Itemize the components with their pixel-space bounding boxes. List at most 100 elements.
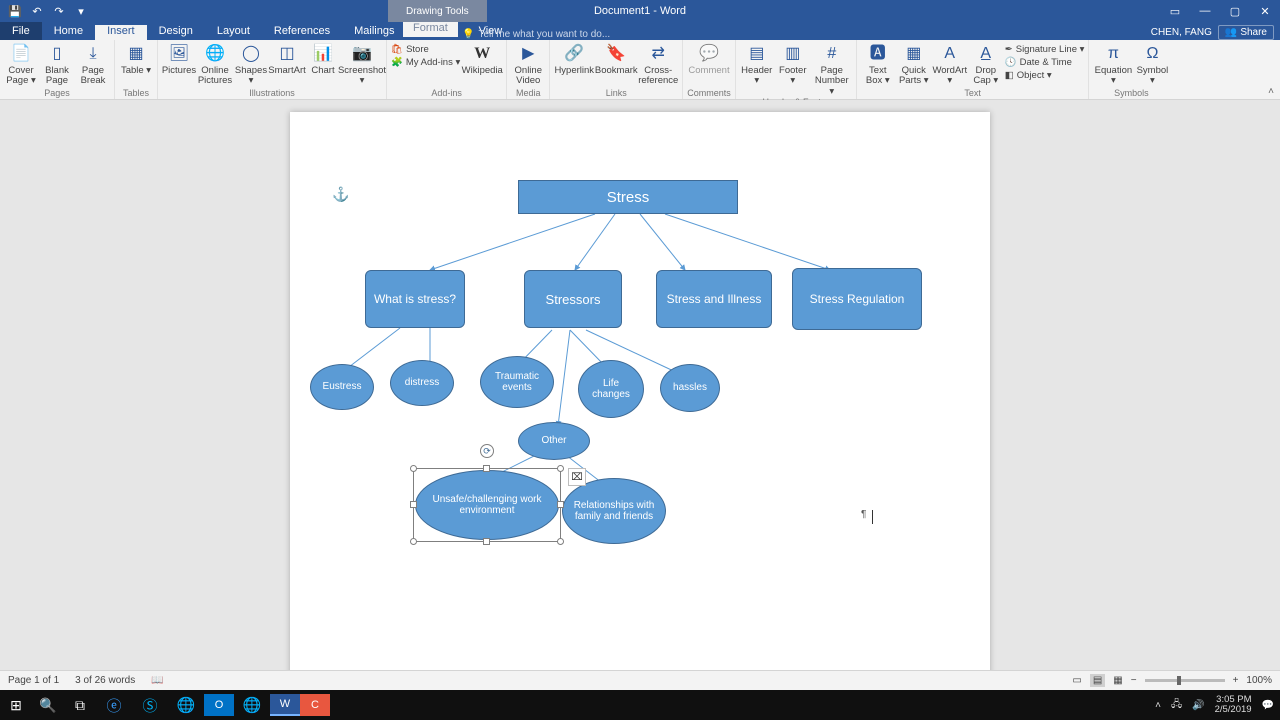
shapes-button[interactable]: ◯Shapes ▾ [234,42,268,87]
shape-other[interactable]: Other [518,422,590,460]
date-time-button[interactable]: 🕓Date & Time [1005,57,1072,68]
comment-button[interactable]: 💬Comment [689,42,729,76]
rotate-handle-icon[interactable]: ⟳ [480,444,494,458]
crossref-button[interactable]: ⇄Cross-reference [638,42,678,87]
zoom-in-icon[interactable]: + [1233,675,1239,686]
save-icon[interactable]: 💾 [8,4,22,18]
dropcap-button[interactable]: A̲Drop Cap ▾ [969,42,1003,87]
shape-stressors[interactable]: Stressors [524,270,622,328]
shape-distress[interactable]: distress [390,360,454,406]
header-button[interactable]: ▤Header ▾ [740,42,774,87]
screenshot-button[interactable]: 📷Screenshot ▾ [342,42,382,87]
taskbar-word[interactable]: W [270,694,300,716]
shape-eustress[interactable]: Eustress [310,364,374,410]
taskbar-camtasia[interactable]: C [300,694,330,716]
close-icon[interactable]: ✕ [1250,0,1280,22]
footer-button[interactable]: ▥Footer ▾ [776,42,810,87]
tray-volume-icon[interactable]: 🔊 [1192,700,1204,711]
tab-design[interactable]: Design [147,25,205,40]
taskbar-ie[interactable]: ⓔ [96,690,132,720]
pictures-button[interactable]: 🖼Pictures [162,42,196,76]
zoom-out-icon[interactable]: − [1131,675,1137,686]
shape-root-stress[interactable]: Stress [518,180,738,214]
tab-file[interactable]: File [0,22,42,40]
maximize-icon[interactable]: ▢ [1220,0,1250,22]
wordart-button[interactable]: AWordArt ▾ [933,42,967,87]
taskbar-chrome-2[interactable]: 🌐 [234,690,270,720]
tab-references[interactable]: References [262,25,342,40]
cover-page-button[interactable]: 📄Cover Page ▾ [4,42,38,87]
taskbar-outlook[interactable]: O [204,694,234,716]
blank-page-button[interactable]: ▯Blank Page [40,42,74,87]
shape-relationships[interactable]: Relationships with family and friends [562,478,666,544]
share-button[interactable]: 👥 Share [1218,25,1274,40]
online-pictures-button[interactable]: 🌐Online Pictures [198,42,232,87]
group-tables: ▦Table ▾ Tables [115,40,158,99]
layout-options-icon[interactable]: ⌧ [568,468,586,486]
chart-button[interactable]: 📊Chart [306,42,340,76]
qat-dropdown-icon[interactable]: ▾ [74,4,88,18]
ribbon-display-icon[interactable]: ▭ [1160,0,1190,22]
user-name[interactable]: CHEN, FANG [1151,27,1212,38]
minimize-icon[interactable]: — [1190,0,1220,22]
taskbar-chrome-1[interactable]: 🌐 [168,690,204,720]
status-words[interactable]: 3 of 26 words [75,675,135,686]
taskbar-clock[interactable]: 3:05 PM 2/5/2019 [1215,695,1252,715]
shape-stress-illness[interactable]: Stress and Illness [656,270,772,328]
page-number-button[interactable]: #Page Number ▾ [812,42,852,97]
symbol-icon: Ω [1140,42,1164,66]
task-view-icon[interactable]: ⧉ [64,690,96,720]
wikipedia-button[interactable]: WWikipedia [462,42,502,76]
group-label-comments: Comments [687,88,731,99]
collapse-ribbon-icon[interactable]: ˄ [1268,86,1274,97]
tell-me-search[interactable]: 💡 Tell me what you want to do... [462,29,610,40]
equation-button[interactable]: πEquation ▾ [1093,42,1133,87]
hyperlink-button[interactable]: 🔗Hyperlink [554,42,594,76]
tab-mailings[interactable]: Mailings [342,25,406,40]
quickparts-button[interactable]: ▦Quick Parts ▾ [897,42,931,87]
spellcheck-icon[interactable]: 📖 [151,675,163,686]
table-button[interactable]: ▦Table ▾ [119,42,153,76]
zoom-level[interactable]: 100% [1246,675,1272,686]
view-web-icon[interactable]: ▦ [1113,675,1122,686]
pictures-icon: 🖼 [167,42,191,66]
zoom-slider[interactable] [1145,679,1225,682]
textbox-button[interactable]: 🅰Text Box ▾ [861,42,895,87]
tab-format[interactable]: Format [403,22,458,37]
start-button[interactable]: ⊞ [0,690,32,720]
search-icon[interactable]: 🔍 [32,690,64,720]
signature-line-button[interactable]: ✒Signature Line ▾ [1005,44,1085,55]
smartart-button[interactable]: ◫SmartArt [270,42,304,76]
undo-icon[interactable]: ↶ [30,4,44,18]
page-number-icon: # [820,42,844,66]
symbol-button[interactable]: ΩSymbol ▾ [1135,42,1169,87]
status-bar: Page 1 of 1 3 of 26 words 📖 ▭ ▤ ▦ − + 10… [0,670,1280,690]
status-page[interactable]: Page 1 of 1 [8,675,59,686]
page-break-button[interactable]: ⤓Page Break [76,42,110,87]
document-area[interactable]: ⚓ [0,100,1280,670]
tray-network-icon[interactable]: 🖧 [1171,697,1182,714]
view-read-icon[interactable]: ▭ [1072,675,1081,686]
object-button[interactable]: ◧Object ▾ [1005,70,1052,81]
online-video-button[interactable]: ▶Online Video [511,42,545,87]
shape-what-is-stress[interactable]: What is stress? [365,270,465,328]
notifications-icon[interactable]: 💬 [1262,700,1274,711]
page[interactable]: ⚓ [290,112,990,670]
view-print-icon[interactable]: ▤ [1090,674,1105,687]
shape-stress-regulation[interactable]: Stress Regulation [792,268,922,330]
tab-insert[interactable]: Insert [95,25,147,40]
group-header-footer: ▤Header ▾ ▥Footer ▾ #Page Number ▾ Heade… [736,40,857,99]
taskbar-skype[interactable]: Ⓢ [132,690,168,720]
tab-layout[interactable]: Layout [205,25,262,40]
redo-icon[interactable]: ↷ [52,4,66,18]
bookmark-button[interactable]: 🔖Bookmark [596,42,636,76]
store-button[interactable]: 🛍Store [391,44,429,55]
group-illustrations: 🖼Pictures 🌐Online Pictures ◯Shapes ▾ ◫Sm… [158,40,387,99]
my-addins-button[interactable]: 🧩My Add-ins ▾ [391,57,460,68]
tab-home[interactable]: Home [42,25,95,40]
datetime-icon: 🕓 [1005,57,1017,68]
shape-life-changes[interactable]: Life changes [578,360,644,418]
shape-traumatic-events[interactable]: Traumatic events [480,356,554,408]
tray-chevron-icon[interactable]: ˄ [1155,700,1161,711]
shape-hassles[interactable]: hassles [660,364,720,412]
